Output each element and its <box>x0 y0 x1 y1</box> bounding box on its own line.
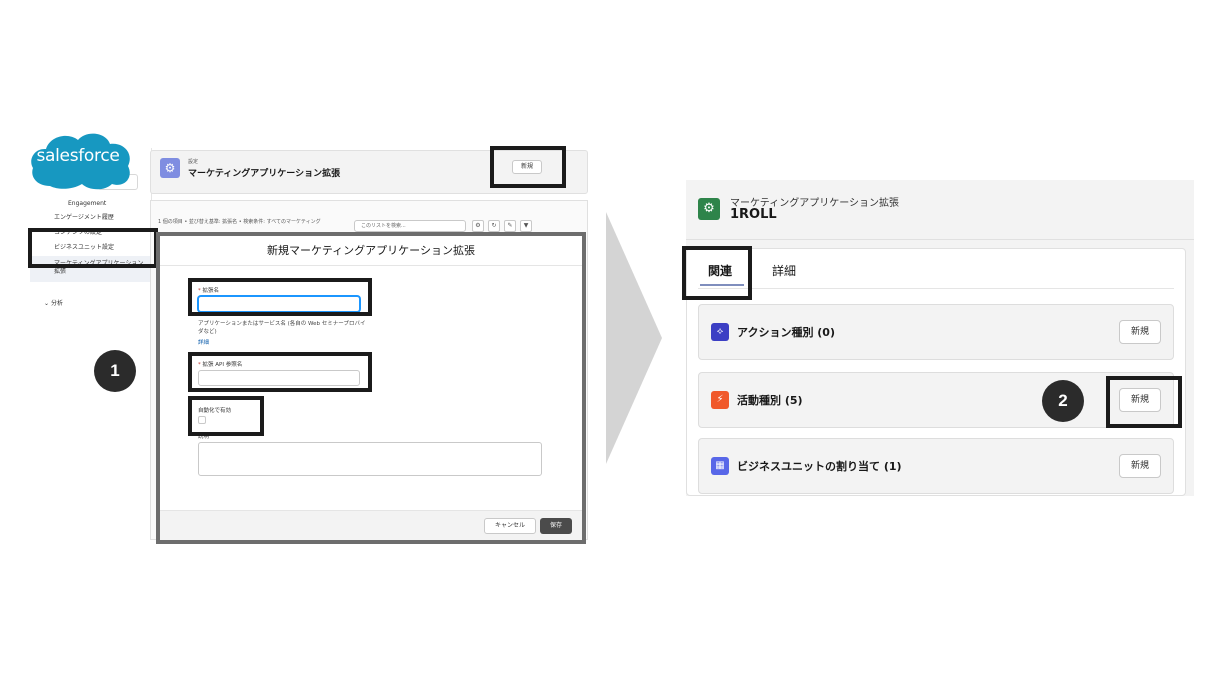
right-screenshot: ⚙ マーケティングアプリケーション拡張 1ROLL 関連 詳細 ⟡ アクション種… <box>682 180 1194 496</box>
gear-icon: ⚙ <box>698 198 720 220</box>
extension-name-help: アプリケーションまたはサービス名 (各自の Web セミナープロバイダなど) <box>198 321 366 335</box>
tab-details[interactable]: 詳細 <box>772 262 796 279</box>
salesforce-logo: salesforce <box>28 128 134 190</box>
new-business-unit-button[interactable]: 新規 <box>1119 454 1161 478</box>
sidebar-item-label: 分析 <box>50 300 63 307</box>
filter-icon[interactable]: ▼ <box>520 220 532 232</box>
highlight-api-name <box>188 352 372 392</box>
list-search-input[interactable]: このリストを検索... <box>354 220 466 232</box>
list-view-meta: 1 個の項目 • 並び替え基準: 拡張名 • 検索条件: すべてのマーケティング <box>158 219 321 225</box>
highlight-related-tab <box>682 246 752 300</box>
related-list-title[interactable]: ビジネスユニットの割り当て (1) <box>737 458 902 474</box>
highlight-sidebar-item <box>28 228 158 268</box>
tab-divider <box>698 288 1174 289</box>
sidebar-item-analysis[interactable]: ⌄ 分析 <box>44 298 63 307</box>
edit-icon[interactable]: ✎ <box>504 220 516 232</box>
header-breadcrumb: 設定 <box>188 159 199 165</box>
action-type-icon: ⟡ <box>711 323 729 341</box>
related-list-activity-types: ⚡ 活動種別 (5) 新規 <box>698 372 1174 428</box>
record-title: 1ROLL <box>730 207 777 222</box>
record-header: ⚙ マーケティングアプリケーション拡張 1ROLL <box>686 180 1194 240</box>
business-unit-icon: ▦ <box>711 457 729 475</box>
save-button[interactable]: 保存 <box>540 518 572 534</box>
highlight-new-activity-button <box>1106 376 1182 428</box>
activity-type-icon: ⚡ <box>711 391 729 409</box>
refresh-icon[interactable]: ↻ <box>488 220 500 232</box>
learn-more-link[interactable]: 詳細 <box>198 338 209 346</box>
highlight-extension-name <box>188 278 372 316</box>
cancel-button[interactable]: キャンセル <box>484 518 536 534</box>
step-number-badge: 1 <box>94 350 136 392</box>
related-list-title[interactable]: 活動種別 (5) <box>737 392 803 408</box>
next-step-arrow <box>606 212 662 464</box>
modal-title: 新規マーケティングアプリケーション拡張 <box>160 236 582 266</box>
step-number-badge: 2 <box>1042 380 1084 422</box>
highlight-new-button <box>490 146 566 188</box>
gear-icon: ⚙ <box>160 158 180 178</box>
description-textarea[interactable] <box>198 442 542 476</box>
settings-icon[interactable]: ⚙ <box>472 220 484 232</box>
modal-footer: キャンセル 保存 <box>160 510 582 540</box>
sidebar-item-engagement-history[interactable]: エンゲージメント履歴 <box>54 212 114 221</box>
related-list-business-units: ▦ ビジネスユニットの割り当て (1) 新規 <box>698 438 1174 494</box>
related-list-action-types: ⟡ アクション種別 (0) 新規 <box>698 304 1174 360</box>
new-action-type-button[interactable]: 新規 <box>1119 320 1161 344</box>
sidebar-item-engagement[interactable]: Engagement <box>68 200 106 207</box>
related-list-title[interactable]: アクション種別 (0) <box>737 324 835 340</box>
salesforce-logo-text: salesforce <box>36 146 120 166</box>
page-title: マーケティングアプリケーション拡張 <box>188 169 341 179</box>
left-screenshot: Engagement エンゲージメント履歴 コンテンツの設定 ビジネスユニット設… <box>28 128 588 548</box>
highlight-auto-enable <box>188 396 264 436</box>
